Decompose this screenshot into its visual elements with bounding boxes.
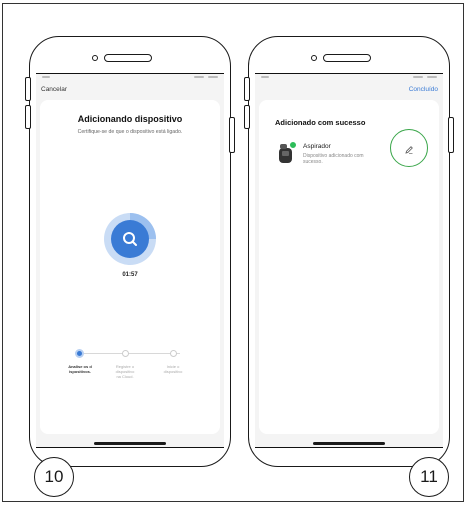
countdown-timer: 01:57	[122, 272, 138, 278]
step-label: Inicie o dispositivo	[163, 364, 183, 374]
home-indicator	[313, 442, 385, 445]
progress-stepper: Analise os d ispositivos. Registre o dis…	[40, 349, 220, 410]
pencil-icon[interactable]	[404, 142, 414, 154]
phone-speaker	[104, 54, 152, 62]
phone-camera	[92, 55, 98, 61]
step-number-badge: 10	[34, 457, 74, 497]
step-indicator	[122, 350, 129, 357]
status-bar	[36, 74, 224, 82]
phone-camera	[311, 55, 317, 61]
scan-progress	[103, 212, 157, 266]
cancel-button[interactable]: Cancelar	[41, 86, 67, 93]
phone-right: Concluído Adicionado com sucesso Aspirad…	[244, 36, 454, 467]
content-card: Adicionando dispositivo Certifique-se de…	[40, 100, 220, 434]
phone-side-button	[25, 77, 31, 101]
phone-side-button	[244, 77, 250, 101]
vacuum-device-icon	[277, 141, 297, 164]
step-label-active: Analise os d ispositivos.	[68, 364, 92, 374]
phone-left: Cancelar Adicionando dispositivo Certifi…	[25, 36, 235, 467]
step-indicator	[170, 350, 177, 357]
status-bar	[255, 74, 443, 82]
success-badge	[289, 141, 297, 149]
device-name: Aspirador	[303, 143, 331, 150]
step-indicator-active	[75, 349, 84, 358]
phone-side-button	[229, 117, 235, 153]
phone-side-button	[244, 105, 250, 129]
phone-speaker	[323, 54, 371, 62]
done-button[interactable]: Concluído	[409, 86, 438, 93]
step-label: Registre o dispositivo na Cloud.	[115, 364, 135, 379]
page-title: Adicionando dispositivo	[77, 114, 183, 124]
page-subtitle: Certifique-se de que o dispositivo está …	[77, 129, 183, 135]
phone-side-button	[448, 117, 454, 153]
success-title: Adicionado com sucesso	[275, 118, 366, 127]
screen-adding-device: Cancelar Adicionando dispositivo Certifi…	[36, 73, 224, 448]
phone-side-button	[25, 105, 31, 129]
home-indicator	[94, 442, 166, 445]
step-number-badge: 11	[409, 457, 449, 497]
device-status: Dispositivo adicionado com sucesso.	[303, 153, 364, 165]
